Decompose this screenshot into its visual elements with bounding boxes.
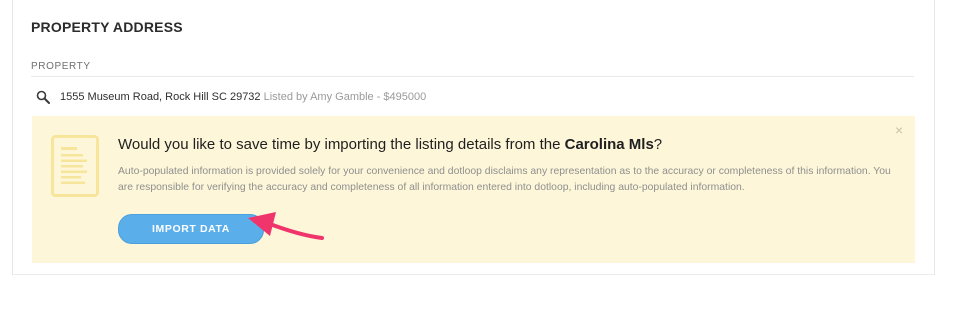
- document-icon: [51, 135, 99, 197]
- import-listing-banner: × Would you like to save time by importi…: [32, 116, 915, 263]
- property-listing-info: Listed by Amy Gamble - $495000: [263, 91, 427, 103]
- property-search-field[interactable]: 1555 Museum Road, Rock Hill SC 29732 Lis…: [31, 76, 914, 116]
- import-data-button[interactable]: IMPORT DATA: [118, 214, 264, 244]
- mls-source-name: Carolina Mls: [564, 136, 654, 153]
- property-address: 1555 Museum Road, Rock Hill SC 29732: [60, 91, 261, 103]
- close-icon[interactable]: ×: [895, 123, 903, 137]
- search-icon: [36, 90, 50, 104]
- banner-heading: Would you like to save time by importing…: [118, 136, 662, 153]
- banner-heading-text: Would you like to save time by importing…: [118, 136, 561, 153]
- banner-heading-suffix: ?: [653, 136, 663, 153]
- section-title: PROPERTY ADDRESS: [31, 19, 183, 35]
- pointer-arrow-icon: [248, 212, 324, 240]
- property-value: 1555 Museum Road, Rock Hill SC 29732 Lis…: [60, 91, 426, 103]
- banner-disclaimer: Auto-populated information is provided s…: [118, 166, 891, 193]
- property-field-label: PROPERTY: [31, 61, 91, 72]
